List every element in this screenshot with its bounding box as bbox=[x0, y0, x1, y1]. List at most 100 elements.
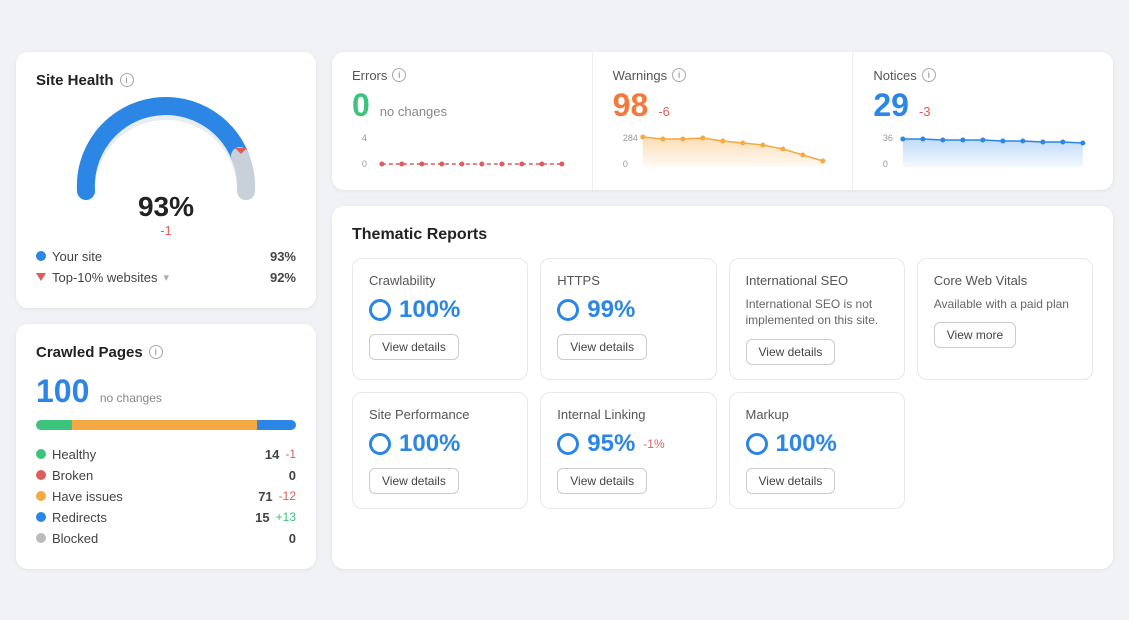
blocked-dot bbox=[36, 533, 46, 543]
errors-info-icon[interactable]: i bbox=[392, 68, 406, 82]
https-view-btn[interactable]: View details bbox=[557, 334, 647, 360]
intl-seo-desc: International SEO is not implemented on … bbox=[746, 296, 888, 330]
healthy-label: Healthy bbox=[52, 447, 259, 462]
stat-broken: Broken 0 bbox=[36, 465, 296, 486]
notices-title: Notices i bbox=[873, 68, 1093, 83]
markup-view-btn[interactable]: View details bbox=[746, 468, 836, 494]
site-perf-view-btn[interactable]: View details bbox=[369, 468, 459, 494]
notices-chart: 36 0 bbox=[873, 129, 1093, 174]
issues-value: 71 bbox=[258, 489, 272, 504]
metrics-row: Errors i 0 no changes 4 0 bbox=[332, 52, 1113, 190]
top-sites-value: 92% bbox=[270, 270, 296, 285]
errors-value: 0 bbox=[352, 89, 370, 121]
crawlability-score-row: 100% bbox=[369, 296, 511, 324]
report-core-web-vitals: Core Web Vitals Available with a paid pl… bbox=[917, 258, 1093, 381]
crawled-pages-label: Crawled Pages bbox=[36, 344, 143, 361]
report-grid-top: Crawlability 100% View details HTTPS 99%… bbox=[352, 258, 1093, 381]
thematic-reports-card: Thematic Reports Crawlability 100% View … bbox=[332, 206, 1113, 569]
warnings-info-icon[interactable]: i bbox=[672, 68, 686, 82]
core-web-vitals-title: Core Web Vitals bbox=[934, 273, 1076, 288]
stat-redirects: Redirects 15 +13 bbox=[36, 507, 296, 528]
pb-healthy bbox=[36, 420, 72, 430]
errors-label: Errors bbox=[352, 68, 387, 83]
top-sites-icon bbox=[36, 273, 46, 281]
crawled-pages-info-icon[interactable]: i bbox=[149, 345, 163, 359]
report-crawlability: Crawlability 100% View details bbox=[352, 258, 528, 381]
internal-linking-delta: -1% bbox=[643, 437, 664, 451]
site-health-title: Site Health i bbox=[36, 72, 296, 89]
internal-linking-view-btn[interactable]: View details bbox=[557, 468, 647, 494]
core-web-vitals-desc: Available with a paid plan bbox=[934, 296, 1076, 313]
report-site-performance: Site Performance 100% View details bbox=[352, 392, 528, 509]
errors-card: Errors i 0 no changes 4 0 bbox=[332, 52, 593, 190]
site-health-label: Site Health bbox=[36, 72, 114, 89]
stat-have-issues: Have issues 71 -12 bbox=[36, 486, 296, 507]
report-https: HTTPS 99% View details bbox=[540, 258, 716, 381]
internal-linking-circle bbox=[557, 433, 579, 455]
your-site-dot bbox=[36, 251, 46, 261]
your-site-value: 93% bbox=[270, 249, 296, 264]
top-sites-chevron[interactable]: ▾ bbox=[164, 271, 170, 284]
crawled-count: 100 bbox=[36, 373, 89, 409]
progress-bar bbox=[36, 420, 296, 430]
redirects-label: Redirects bbox=[52, 510, 249, 525]
redirects-value: 15 bbox=[255, 510, 269, 525]
site-perf-circle bbox=[369, 433, 391, 455]
markup-title: Markup bbox=[746, 407, 888, 422]
your-site-legend: Your site 93% bbox=[36, 246, 296, 267]
dashboard: Site Health i 93% -1 bbox=[16, 52, 1113, 569]
internal-linking-score-row: 95% -1% bbox=[557, 430, 699, 458]
broken-dot bbox=[36, 470, 46, 480]
intl-seo-view-btn[interactable]: View details bbox=[746, 339, 836, 365]
crawlability-view-btn[interactable]: View details bbox=[369, 334, 459, 360]
gauge-percent: 93% bbox=[138, 191, 194, 223]
notices-info-icon[interactable]: i bbox=[922, 68, 936, 82]
crawled-pages-card: Crawled Pages i 100 no changes Healthy 1… bbox=[16, 324, 316, 569]
svg-text:284: 284 bbox=[623, 133, 638, 143]
site-health-card: Site Health i 93% -1 bbox=[16, 52, 316, 308]
site-perf-score: 100% bbox=[399, 430, 460, 458]
crawlability-title: Crawlability bbox=[369, 273, 511, 288]
errors-delta: no changes bbox=[380, 104, 447, 119]
crawlability-circle bbox=[369, 299, 391, 321]
redirects-dot bbox=[36, 512, 46, 522]
https-score-row: 99% bbox=[557, 296, 699, 324]
stat-healthy: Healthy 14 -1 bbox=[36, 444, 296, 465]
gauge-container: 93% -1 bbox=[36, 101, 296, 238]
svg-text:0: 0 bbox=[362, 159, 367, 169]
site-health-info-icon[interactable]: i bbox=[120, 73, 134, 87]
internal-linking-score: 95% bbox=[587, 430, 635, 458]
svg-text:0: 0 bbox=[623, 159, 628, 169]
notices-card: Notices i 29 -3 36 0 bbox=[853, 52, 1113, 190]
warnings-chart: 284 0 bbox=[613, 129, 833, 174]
redirects-delta: +13 bbox=[276, 510, 296, 524]
errors-chart: 4 0 bbox=[352, 129, 572, 174]
warnings-title: Warnings i bbox=[613, 68, 833, 83]
report-empty bbox=[917, 392, 1093, 509]
healthy-delta: -1 bbox=[285, 447, 296, 461]
gauge-delta: -1 bbox=[160, 223, 172, 238]
warnings-label: Warnings bbox=[613, 68, 667, 83]
pb-redirects bbox=[257, 420, 296, 430]
issues-label: Have issues bbox=[52, 489, 252, 504]
healthy-dot bbox=[36, 449, 46, 459]
https-score: 99% bbox=[587, 296, 635, 324]
issues-dot bbox=[36, 491, 46, 501]
https-title: HTTPS bbox=[557, 273, 699, 288]
report-internal-linking: Internal Linking 95% -1% View details bbox=[540, 392, 716, 509]
notices-value: 29 bbox=[873, 89, 909, 121]
report-markup: Markup 100% View details bbox=[729, 392, 905, 509]
site-perf-score-row: 100% bbox=[369, 430, 511, 458]
pb-issues bbox=[72, 420, 257, 430]
svg-text:0: 0 bbox=[883, 159, 888, 169]
markup-score: 100% bbox=[776, 430, 837, 458]
broken-label: Broken bbox=[52, 468, 283, 483]
core-web-vitals-btn[interactable]: View more bbox=[934, 322, 1016, 348]
broken-value: 0 bbox=[289, 468, 296, 483]
warnings-card: Warnings i 98 -6 284 0 bbox=[593, 52, 854, 190]
top-sites-label: Top-10% websites bbox=[52, 270, 158, 285]
site-perf-title: Site Performance bbox=[369, 407, 511, 422]
markup-score-row: 100% bbox=[746, 430, 888, 458]
svg-text:36: 36 bbox=[883, 133, 893, 143]
blocked-value: 0 bbox=[289, 531, 296, 546]
